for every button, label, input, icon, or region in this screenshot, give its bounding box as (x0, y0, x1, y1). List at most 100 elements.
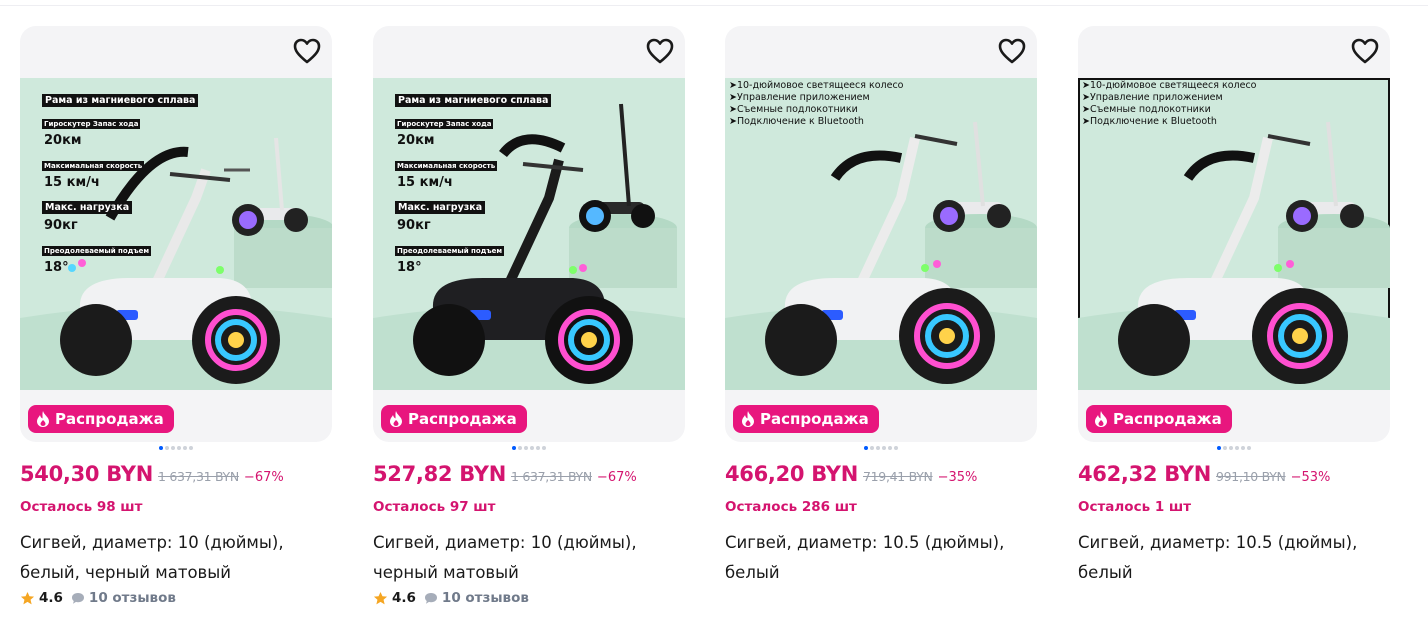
sale-badge-label: Распродажа (408, 410, 517, 428)
sale-badge-label: Распродажа (55, 410, 164, 428)
stock-remaining: Осталось 98 шт (20, 499, 143, 515)
feature-bullet: ➤Съемные подлокотники (729, 104, 858, 115)
feature-tag: Преодолеваемый подъем (395, 246, 505, 256)
image-pagination[interactable] (725, 446, 1037, 454)
discount-percent: −67% (596, 470, 637, 485)
feature-value: 90кг (397, 218, 431, 233)
reviews-count: 10 отзывов (88, 590, 176, 606)
favorite-button[interactable] (997, 36, 1027, 66)
old-price: 1 637,31 BYN (511, 469, 592, 484)
flame-icon (742, 411, 754, 427)
feature-bullet: ➤Съемные подлокотники (1082, 104, 1211, 115)
flame-icon (37, 411, 49, 427)
product-card[interactable]: Рама из магниевого сплава Гироскутер Зап… (20, 26, 332, 626)
star-icon (20, 591, 35, 604)
feature-tag: Макс. нагрузка (395, 201, 486, 214)
current-price: 466,20 BYN (725, 462, 858, 486)
feature-bullet: ➤Управление приложением (729, 92, 870, 103)
feature-value: 15 км/ч (397, 175, 453, 190)
discount-percent: −53% (1290, 470, 1331, 485)
sale-badge[interactable]: Распродажа (381, 405, 527, 433)
flame-icon (1095, 411, 1107, 427)
favorite-button[interactable] (645, 36, 675, 66)
product-title-link[interactable]: Сигвей, диаметр: 10.5 (дюймы), белый (725, 528, 1025, 588)
feature-overlay: Рама из магниевого сплава Гироскутер Зап… (395, 88, 565, 280)
image-pagination[interactable] (20, 446, 332, 454)
feature-bullet: ➤10-дюймовое светящееся колесо (729, 80, 904, 91)
feature-tag: Максимальная скорость (42, 161, 145, 171)
favorite-button[interactable] (292, 36, 322, 66)
feature-overlay: Рама из магниевого сплава Гироскутер Зап… (42, 88, 212, 280)
feature-bullet: ➤Подключение к Bluetooth (729, 116, 864, 127)
current-price: 540,30 BYN (20, 462, 153, 486)
product-image-area[interactable]: Рама из магниевого сплава Гироскутер Зап… (20, 26, 332, 442)
feature-value: 20км (397, 133, 435, 148)
feature-tag: Рама из магниевого сплава (395, 94, 552, 107)
product-card[interactable]: ➤10-дюймовое светящееся колесо ➤Управлен… (725, 26, 1037, 626)
star-icon (373, 591, 388, 604)
reviews-count: 10 отзывов (441, 590, 529, 606)
old-price: 719,41 BYN (863, 469, 933, 484)
feature-value: 90кг (44, 218, 78, 233)
price-row: 462,32 BYN 991,10 BYN −53% (1078, 462, 1330, 486)
feature-tag: Гироскутер Запас хода (395, 119, 494, 129)
product-photo[interactable]: ➤10-дюймовое светящееся колесо ➤Управлен… (725, 78, 1037, 390)
current-price: 462,32 BYN (1078, 462, 1211, 486)
feature-bullets: ➤10-дюймовое светящееся колесо ➤Управлен… (1082, 80, 1256, 128)
image-pagination[interactable] (373, 446, 685, 454)
price-row: 466,20 BYN 719,41 BYN −35% (725, 462, 977, 486)
feature-tag: Макс. нагрузка (42, 201, 133, 214)
product-title-link[interactable]: Сигвей, диаметр: 10 (дюймы), черный мато… (373, 528, 673, 588)
feature-value: 15 км/ч (44, 175, 100, 190)
feature-bullet: ➤Управление приложением (1082, 92, 1223, 103)
product-image-area[interactable]: Рама из магниевого сплава Гироскутер Зап… (373, 26, 685, 442)
product-card[interactable]: ➤10-дюймовое светящееся колесо ➤Управлен… (1078, 26, 1390, 626)
product-photo[interactable]: Рама из магниевого сплава Гироскутер Зап… (373, 78, 685, 390)
product-grid: Рама из магниевого сплава Гироскутер Зап… (20, 26, 1410, 626)
rating-row[interactable]: 4.6 10 отзывов (20, 590, 176, 606)
feature-bullet: ➤10-дюймовое светящееся колесо (1082, 80, 1257, 91)
flame-icon (390, 411, 402, 427)
heart-outline-icon (646, 38, 674, 64)
comment-icon (424, 592, 437, 604)
feature-tag: Рама из магниевого сплава (42, 94, 199, 107)
sale-badge[interactable]: Распродажа (1086, 405, 1232, 433)
heart-outline-icon (998, 38, 1026, 64)
discount-percent: −67% (243, 470, 284, 485)
favorite-button[interactable] (1350, 36, 1380, 66)
current-price: 527,82 BYN (373, 462, 506, 486)
stock-remaining: Осталось 97 шт (373, 499, 496, 515)
price-row: 527,82 BYN 1 637,31 BYN −67% (373, 462, 637, 486)
product-photo[interactable]: ➤10-дюймовое светящееся колесо ➤Управлен… (1078, 78, 1390, 390)
product-image-area[interactable]: ➤10-дюймовое светящееся колесо ➤Управлен… (725, 26, 1037, 442)
heart-outline-icon (293, 38, 321, 64)
sale-badge[interactable]: Распродажа (28, 405, 174, 433)
discount-percent: −35% (937, 470, 978, 485)
feature-tag: Максимальная скорость (395, 161, 498, 171)
sale-badge-label: Распродажа (1113, 410, 1222, 428)
feature-bullet: ➤Подключение к Bluetooth (1082, 116, 1217, 127)
product-photo[interactable]: Рама из магниевого сплава Гироскутер Зап… (20, 78, 332, 390)
feature-value: 20км (44, 133, 82, 148)
rating-row[interactable]: 4.6 10 отзывов (373, 590, 529, 606)
image-pagination[interactable] (1078, 446, 1390, 454)
feature-bullets: ➤10-дюймовое светящееся колесо ➤Управлен… (729, 80, 903, 128)
old-price: 1 637,31 BYN (158, 469, 239, 484)
feature-tag: Гироскутер Запас хода (42, 119, 141, 129)
price-row: 540,30 BYN 1 637,31 BYN −67% (20, 462, 284, 486)
heart-outline-icon (1351, 38, 1379, 64)
sale-badge[interactable]: Распродажа (733, 405, 879, 433)
product-image-area[interactable]: ➤10-дюймовое светящееся колесо ➤Управлен… (1078, 26, 1390, 442)
sale-badge-label: Распродажа (760, 410, 869, 428)
stock-remaining: Осталось 286 шт (725, 499, 857, 515)
feature-value: 18° (397, 260, 422, 275)
product-card[interactable]: Рама из магниевого сплава Гироскутер Зап… (373, 26, 685, 626)
comment-icon (71, 592, 84, 604)
top-divider (0, 0, 1428, 6)
rating-score: 4.6 (39, 590, 63, 606)
product-title-link[interactable]: Сигвей, диаметр: 10.5 (дюймы), белый (1078, 528, 1378, 588)
rating-score: 4.6 (392, 590, 416, 606)
product-title-link[interactable]: Сигвей, диаметр: 10 (дюймы), белый, черн… (20, 528, 320, 588)
old-price: 991,10 BYN (1216, 469, 1286, 484)
stock-remaining: Осталось 1 шт (1078, 499, 1192, 515)
